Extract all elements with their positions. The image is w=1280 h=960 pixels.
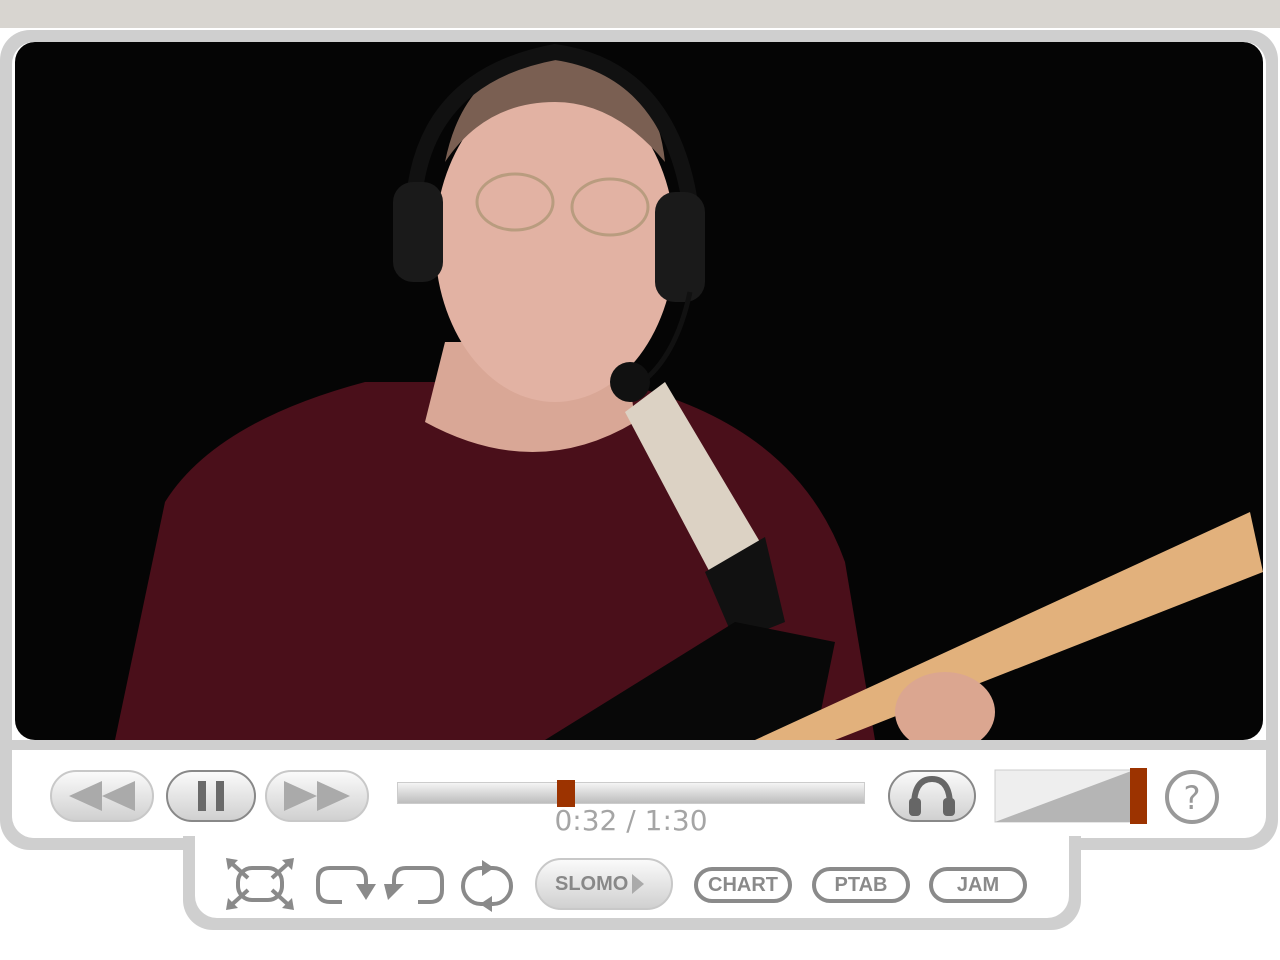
video-display[interactable]	[15, 42, 1263, 740]
time-current: 0:32	[554, 804, 618, 837]
headphones-icon	[909, 776, 955, 816]
fast-forward-button[interactable]	[265, 770, 369, 822]
pause-button[interactable]	[166, 770, 256, 822]
rewind-icon	[69, 781, 135, 811]
question-mark-icon: ?	[1184, 779, 1201, 817]
seek-thumb[interactable]	[557, 780, 576, 807]
time-total: 1:30	[644, 804, 708, 837]
repeat-icon[interactable]	[458, 860, 516, 912]
volume-thumb[interactable]	[1130, 768, 1147, 824]
ptab-button[interactable]: PTAB	[812, 867, 910, 903]
help-button[interactable]: ?	[1164, 769, 1220, 825]
jam-label: JAM	[956, 873, 1000, 896]
seek-bar[interactable]	[397, 782, 865, 804]
browser-top-bar	[0, 0, 1280, 28]
slomo-button[interactable]: SLOMO	[535, 858, 673, 910]
fullscreen-icon[interactable]	[224, 856, 296, 912]
jam-button[interactable]: JAM	[929, 867, 1027, 903]
time-separator: /	[626, 804, 636, 837]
player-frame	[0, 30, 1278, 850]
rewind-button[interactable]	[50, 770, 154, 822]
pause-icon	[198, 781, 224, 811]
loop-back-icon[interactable]	[384, 862, 446, 908]
fast-forward-icon	[284, 781, 350, 811]
time-display: 0:32 / 1:30	[397, 804, 865, 837]
chart-button[interactable]: CHART	[694, 867, 792, 903]
slomo-label: SLOMO	[555, 872, 629, 895]
play-triangle-icon	[632, 874, 645, 894]
loop-forward-icon[interactable]	[314, 862, 376, 908]
volume-slider[interactable]	[994, 768, 1150, 824]
ptab-label: PTAB	[834, 873, 888, 896]
audio-button[interactable]	[888, 770, 976, 822]
chart-label: CHART	[708, 873, 778, 896]
